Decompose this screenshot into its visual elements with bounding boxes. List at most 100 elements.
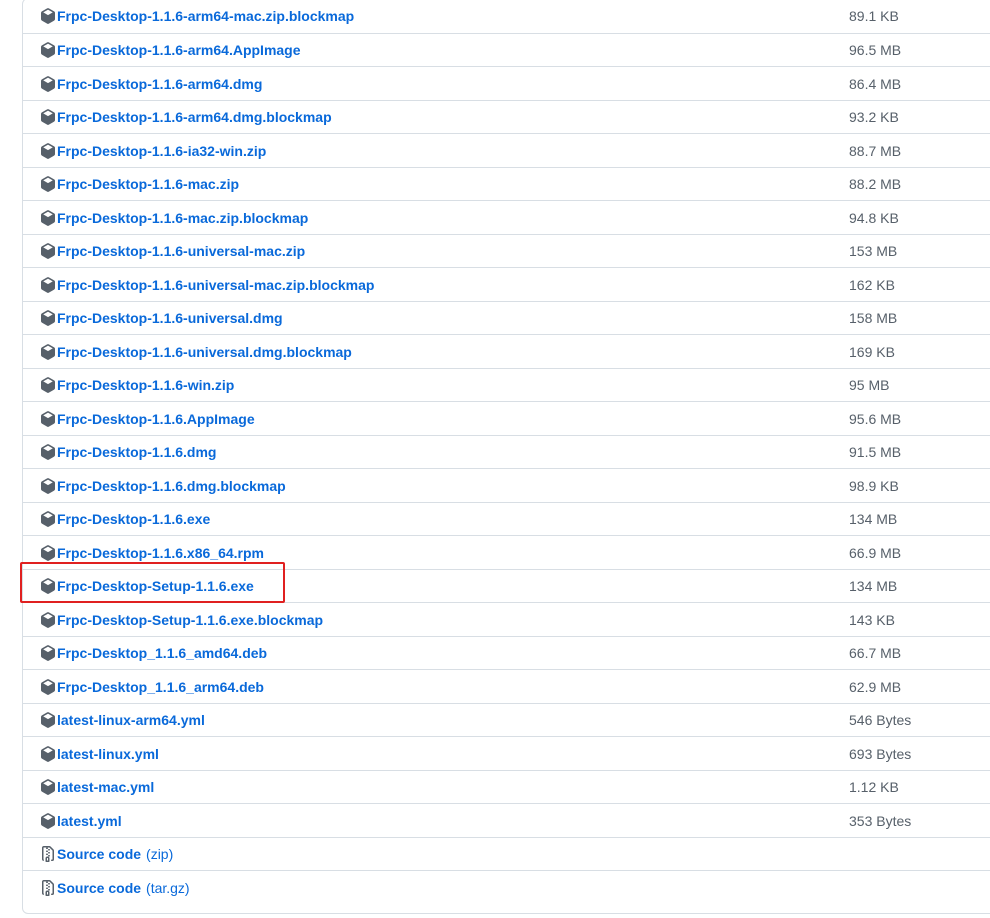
package-icon <box>40 42 56 58</box>
asset-name: Frpc-Desktop-1.1.6-arm64.dmg.blockmap <box>57 109 332 125</box>
source-code-label: Source code <box>57 879 142 896</box>
package-icon <box>40 611 56 628</box>
asset-size: 95 MB <box>849 377 890 393</box>
asset-name: latest-linux.yml <box>57 745 159 762</box>
asset-name: Frpc-Desktop-1.1.6.dmg.blockmap <box>57 477 286 494</box>
asset-link[interactable]: latest.yml <box>40 804 122 837</box>
asset-size: 94.8 KB <box>849 209 899 226</box>
asset-row: latest.yml 353 Bytes <box>23 803 990 837</box>
asset-link[interactable]: Frpc-Desktop-1.1.6-universal.dmg <box>40 302 283 335</box>
package-icon <box>40 243 56 259</box>
package-icon <box>40 779 56 795</box>
asset-link[interactable]: Frpc-Desktop-1.1.6.x86_64.rpm <box>40 536 264 569</box>
asset-row: Frpc-Desktop-1.1.6-arm64.dmg.blockmap 93.… <box>23 99 990 134</box>
asset-size: 1.12 KB <box>849 779 899 795</box>
asset-size: 143 KB <box>849 611 895 628</box>
asset-size: 162 KB <box>849 276 895 293</box>
asset-row: Frpc-Desktop_1.1.6_amd64.deb 66.7 MB <box>23 635 990 670</box>
asset-name: Frpc-Desktop-1.1.6-mac.zip <box>57 176 240 192</box>
asset-size: 93.2 KB <box>849 109 899 125</box>
asset-row: Frpc-Desktop-1.1.6-ia32-win.zip 88.7 MB <box>23 133 990 167</box>
asset-size: 62.9 MB <box>849 678 902 695</box>
asset-size: 95.6 MB <box>849 410 902 427</box>
asset-link[interactable]: Frpc-Desktop-1.1.6-arm64.AppImage <box>40 34 301 67</box>
asset-row: Frpc-Desktop-Setup-1.1.6.exe 134 MB <box>23 568 990 603</box>
package-icon <box>40 812 56 829</box>
asset-size: 66.9 MB <box>849 544 902 561</box>
asset-size: 546 Bytes <box>849 712 912 728</box>
asset-size: 66.7 MB <box>849 645 902 661</box>
package-icon <box>40 444 56 460</box>
asset-link[interactable]: Frpc-Desktop-1.1.6.dmg.blockmap <box>40 469 286 502</box>
source-code-format: (tar.gz) <box>146 879 190 896</box>
asset-size: 169 KB <box>849 343 895 360</box>
asset-name: Frpc-Desktop-1.1.6-universal.dmg <box>57 310 283 326</box>
asset-name: Frpc-Desktop-1.1.6-arm64.dmg <box>57 75 263 92</box>
asset-link[interactable]: Frpc-Desktop_1.1.6_arm64.deb <box>40 670 264 703</box>
asset-link[interactable]: Frpc-Desktop-1.1.6-mac.zip.blockmap <box>40 201 308 234</box>
asset-link[interactable]: latest-linux.yml <box>40 737 159 770</box>
package-icon <box>40 109 56 125</box>
asset-size: 693 Bytes <box>849 745 912 762</box>
asset-link[interactable]: Frpc-Desktop-1.1.6-universal-mac.zip.blo… <box>40 268 374 301</box>
asset-link[interactable]: Frpc-Desktop-Setup-1.1.6.exe <box>40 570 254 603</box>
asset-link[interactable]: Frpc-Desktop-1.1.6.AppImage <box>40 402 255 435</box>
package-icon <box>40 209 56 226</box>
asset-size: 98.9 KB <box>849 477 899 494</box>
asset-link[interactable]: Frpc-Desktop-1.1.6-universal-mac.zip <box>40 235 305 268</box>
asset-row: Frpc-Desktop-1.1.6-win.zip 95 MB <box>23 367 990 402</box>
asset-row: Frpc-Desktop-1.1.6.dmg.blockmap 98.9 KB <box>23 468 990 502</box>
asset-name: Frpc-Desktop_1.1.6_amd64.deb <box>57 645 268 661</box>
release-assets-list: Frpc-Desktop-1.1.6-arm64-mac.zip.blockma… <box>22 0 990 914</box>
asset-link[interactable]: Frpc-Desktop-1.1.6-win.zip <box>40 369 234 402</box>
asset-link[interactable]: Frpc-Desktop-1.1.6-mac.zip <box>40 168 239 201</box>
asset-link[interactable]: Frpc-Desktop-1.1.6.dmg <box>40 436 216 469</box>
asset-link[interactable]: Frpc-Desktop_1.1.6_amd64.deb <box>40 637 267 670</box>
asset-link[interactable]: Frpc-Desktop-Setup-1.1.6.exe.blockmap <box>40 603 323 636</box>
asset-row: Frpc-Desktop-1.1.6-arm64.dmg 86.4 MB <box>23 66 990 100</box>
package-icon <box>40 176 56 192</box>
package-icon <box>40 712 56 728</box>
package-icon <box>40 310 56 326</box>
package-icon <box>40 75 56 92</box>
asset-size: 88.2 MB <box>849 176 902 192</box>
asset-size: 134 MB <box>849 511 898 527</box>
asset-size: 353 Bytes <box>849 812 912 829</box>
package-icon <box>40 745 56 762</box>
asset-name: latest.yml <box>57 812 122 829</box>
asset-size: 89.1 KB <box>849 7 899 24</box>
package-icon <box>40 142 56 159</box>
source-code-link[interactable]: Source code (tar.gz) <box>40 871 190 904</box>
asset-row: Frpc-Desktop_1.1.6_arm64.deb 62.9 MB <box>23 669 990 703</box>
asset-link[interactable]: Frpc-Desktop-1.1.6-arm64-mac.zip.blockma… <box>40 0 354 32</box>
asset-row: Frpc-Desktop-1.1.6-mac.zip 88.2 MB <box>23 166 990 201</box>
asset-row: latest-linux-arm64.yml 546 Bytes <box>23 702 990 737</box>
asset-name: Frpc-Desktop-Setup-1.1.6.exe <box>57 578 254 594</box>
asset-name: Frpc-Desktop-Setup-1.1.6.exe.blockmap <box>57 611 324 628</box>
package-icon <box>40 377 56 393</box>
asset-name: Frpc-Desktop-1.1.6-arm64.AppImage <box>57 42 301 58</box>
asset-row: latest-linux.yml 693 Bytes <box>23 736 990 770</box>
asset-size: 86.4 MB <box>849 75 902 92</box>
source-code-format: (zip) <box>146 846 174 862</box>
asset-name: Frpc-Desktop-1.1.6-universal-mac.zip <box>57 243 306 259</box>
asset-size: 88.7 MB <box>849 142 902 159</box>
asset-name: Frpc-Desktop_1.1.6_arm64.deb <box>57 678 264 695</box>
asset-link[interactable]: latest-mac.yml <box>40 771 154 804</box>
asset-link[interactable]: Frpc-Desktop-1.1.6.exe <box>40 503 210 536</box>
package-icon <box>40 678 56 695</box>
asset-row: Frpc-Desktop-1.1.6-universal.dmg 158 MB <box>23 300 990 335</box>
asset-row: Frpc-Desktop-1.1.6.dmg 91.5 MB <box>23 434 990 469</box>
asset-name: Frpc-Desktop-1.1.6-ia32-win.zip <box>57 142 267 159</box>
asset-link[interactable]: Frpc-Desktop-1.1.6-universal.dmg.blockma… <box>40 335 352 368</box>
source-code-link[interactable]: Source code (zip) <box>40 838 173 871</box>
asset-row: Frpc-Desktop-1.1.6-arm64-mac.zip.blockma… <box>23 0 990 33</box>
asset-name: Frpc-Desktop-1.1.6-arm64-mac.zip.blockma… <box>57 7 355 24</box>
asset-row: Frpc-Desktop-1.1.6-mac.zip.blockmap 94.8 … <box>23 200 990 234</box>
asset-link[interactable]: latest-linux-arm64.yml <box>40 704 205 737</box>
file-zip-icon <box>40 879 56 896</box>
asset-name: latest-linux-arm64.yml <box>57 712 205 728</box>
asset-link[interactable]: Frpc-Desktop-1.1.6-arm64.dmg.blockmap <box>40 101 332 134</box>
asset-link[interactable]: Frpc-Desktop-1.1.6-ia32-win.zip <box>40 134 266 167</box>
asset-link[interactable]: Frpc-Desktop-1.1.6-arm64.dmg <box>40 67 262 100</box>
